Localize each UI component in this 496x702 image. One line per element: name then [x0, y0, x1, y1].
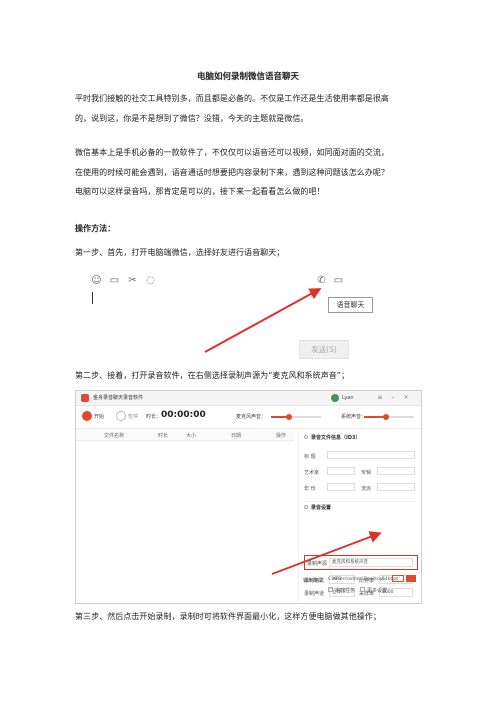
year-input[interactable] [327, 483, 355, 491]
app-title: 金舟录音聊天录音软件 [93, 395, 144, 401]
column-header: 时长 [158, 433, 169, 439]
paragraph-body: 微信基本上是手机必备的一款软件了，不仅仅可以语音还可以视频，如同面对面的交流， … [75, 143, 427, 202]
album-input[interactable] [377, 467, 415, 475]
browse-button[interactable]: ··· [392, 575, 404, 582]
recorder-window: 金舟录音聊天录音软件 Lyan ≡ – × 开始 暂停 时长： 00:00:00… [75, 390, 422, 604]
mic-volume-slider[interactable] [271, 414, 321, 420]
output-label: 输出目录 [303, 578, 324, 584]
system-volume-slider[interactable] [364, 414, 414, 420]
voice-chat-tooltip: 语音聊天 [328, 297, 373, 313]
send-button[interactable]: 发送(S) [299, 340, 349, 359]
channel-label: 录制声道 [304, 591, 325, 597]
method-heading: 操作方法： [75, 224, 116, 233]
field-label: 年 份 [304, 486, 316, 492]
output-path: C:\Users\admin\Desktop\ [328, 577, 384, 582]
document-page: 电脑如何录制微信语音聊天 平时我们接触的社交工具特别多，而且都是必备的。不仅是工… [0, 0, 496, 702]
pause-label[interactable]: 暂停 [128, 413, 138, 420]
field-label: 专辑 [361, 470, 372, 476]
timer-display: 00:00:00 [161, 410, 206, 420]
text-line: 在使用的时候可能会遇到，语音通话时想要把内容录制下来，遇到这种问题该怎么办呢？ [75, 167, 389, 177]
step-2-text: 第二步、接着，打开录音软件，在右侧选择录制声源为“麦克风和系统声音”； [75, 371, 350, 380]
username[interactable]: Lyan [342, 394, 354, 402]
avatar[interactable] [331, 394, 339, 402]
settings-section-title: 录音设置 [311, 505, 332, 511]
app-logo-icon [81, 394, 89, 402]
column-header: 操作 [276, 433, 287, 439]
file-info-section-title: 录音文件信息（ID3） [311, 435, 361, 441]
folder-icon[interactable]: ▭ [109, 275, 120, 286]
close-icon[interactable]: × [402, 394, 410, 402]
more-settings-label: 更多设置 [367, 588, 388, 594]
toolbar: 开始 暂停 时长： 00:00:00 麦克风声音： 系统声音： [76, 406, 421, 429]
open-folder-icon[interactable] [406, 575, 416, 582]
paragraph-intro: 平时我们接触的社交工具特别多，而且都是必备的。不仅是工作还是生活使用率都是很高 … [75, 89, 427, 128]
text-line: 微信基本上是手机必备的一款软件了，不仅仅可以语音还可以视频，如同面对面的交流， [75, 148, 389, 157]
field-label: 标 题 [304, 454, 316, 460]
system-volume-label: 系统声音： [341, 414, 367, 420]
text-cursor [92, 292, 93, 304]
chat-bubble-icon[interactable]: ◌ [145, 275, 156, 286]
column-header: 日期 [231, 433, 242, 439]
phone-icon[interactable]: ✆ [316, 275, 327, 286]
genre-input[interactable] [377, 483, 415, 491]
start-label[interactable]: 开始 [94, 413, 104, 420]
document-title: 电脑如何录制微信语音聊天 [196, 72, 299, 82]
wechat-chat-box: ☺ ▭ ✂ ◌ ✆ ▭ 语音聊天 发送(S) [83, 270, 373, 366]
file-table-header: 文件名称 时长 大小 日期 操作 [76, 429, 294, 441]
text-line: 电脑可以这样录音吗，那肯定是可以的，接下来一起看看怎么做的吧！ [75, 187, 325, 196]
field-label: 流派 [361, 486, 372, 492]
smile-icon[interactable]: ☺ [91, 275, 102, 286]
scheduled-checkbox[interactable] [328, 587, 333, 592]
source-label: 录制声源 [307, 561, 328, 567]
minimize-icon[interactable]: – [389, 394, 397, 402]
field-label: 艺术家 [304, 470, 320, 476]
column-header: 大小 [186, 433, 197, 439]
text-line: 平时我们接触的社交工具特别多，而且都是必备的。不仅是工作还是生活使用率都是很高 [75, 94, 389, 103]
title-input[interactable] [327, 451, 415, 459]
scissors-icon[interactable]: ✂ [127, 275, 138, 286]
duration-label: 时长： [146, 414, 162, 420]
step-3-text: 第三步、然后点击开始录制，录制时可将软件界面最小化，这样方便电脑做其他操作； [75, 612, 381, 621]
text-line: 的，说到这，你是不是想到了微信？没错，今天的主题就是微信。 [75, 113, 309, 123]
title-bar: 金舟录音聊天录音软件 Lyan ≡ – × [76, 391, 421, 406]
menu-icon[interactable]: ≡ [376, 394, 384, 402]
source-select[interactable]: 麦克风和系统声音 [329, 558, 413, 567]
column-header: 文件名称 [104, 433, 125, 439]
mic-volume-label: 麦克风声音： [236, 414, 267, 420]
video-icon[interactable]: ▭ [333, 275, 344, 286]
step-1-text: 第一步、首先，打开电脑端微信，选择好友进行语音聊天； [75, 248, 285, 257]
start-record-button[interactable] [82, 411, 92, 421]
artist-input[interactable] [327, 467, 355, 475]
scheduled-label: 定时任务 [335, 588, 356, 594]
pause-button[interactable] [116, 411, 126, 421]
more-settings-checkbox[interactable] [360, 587, 365, 592]
